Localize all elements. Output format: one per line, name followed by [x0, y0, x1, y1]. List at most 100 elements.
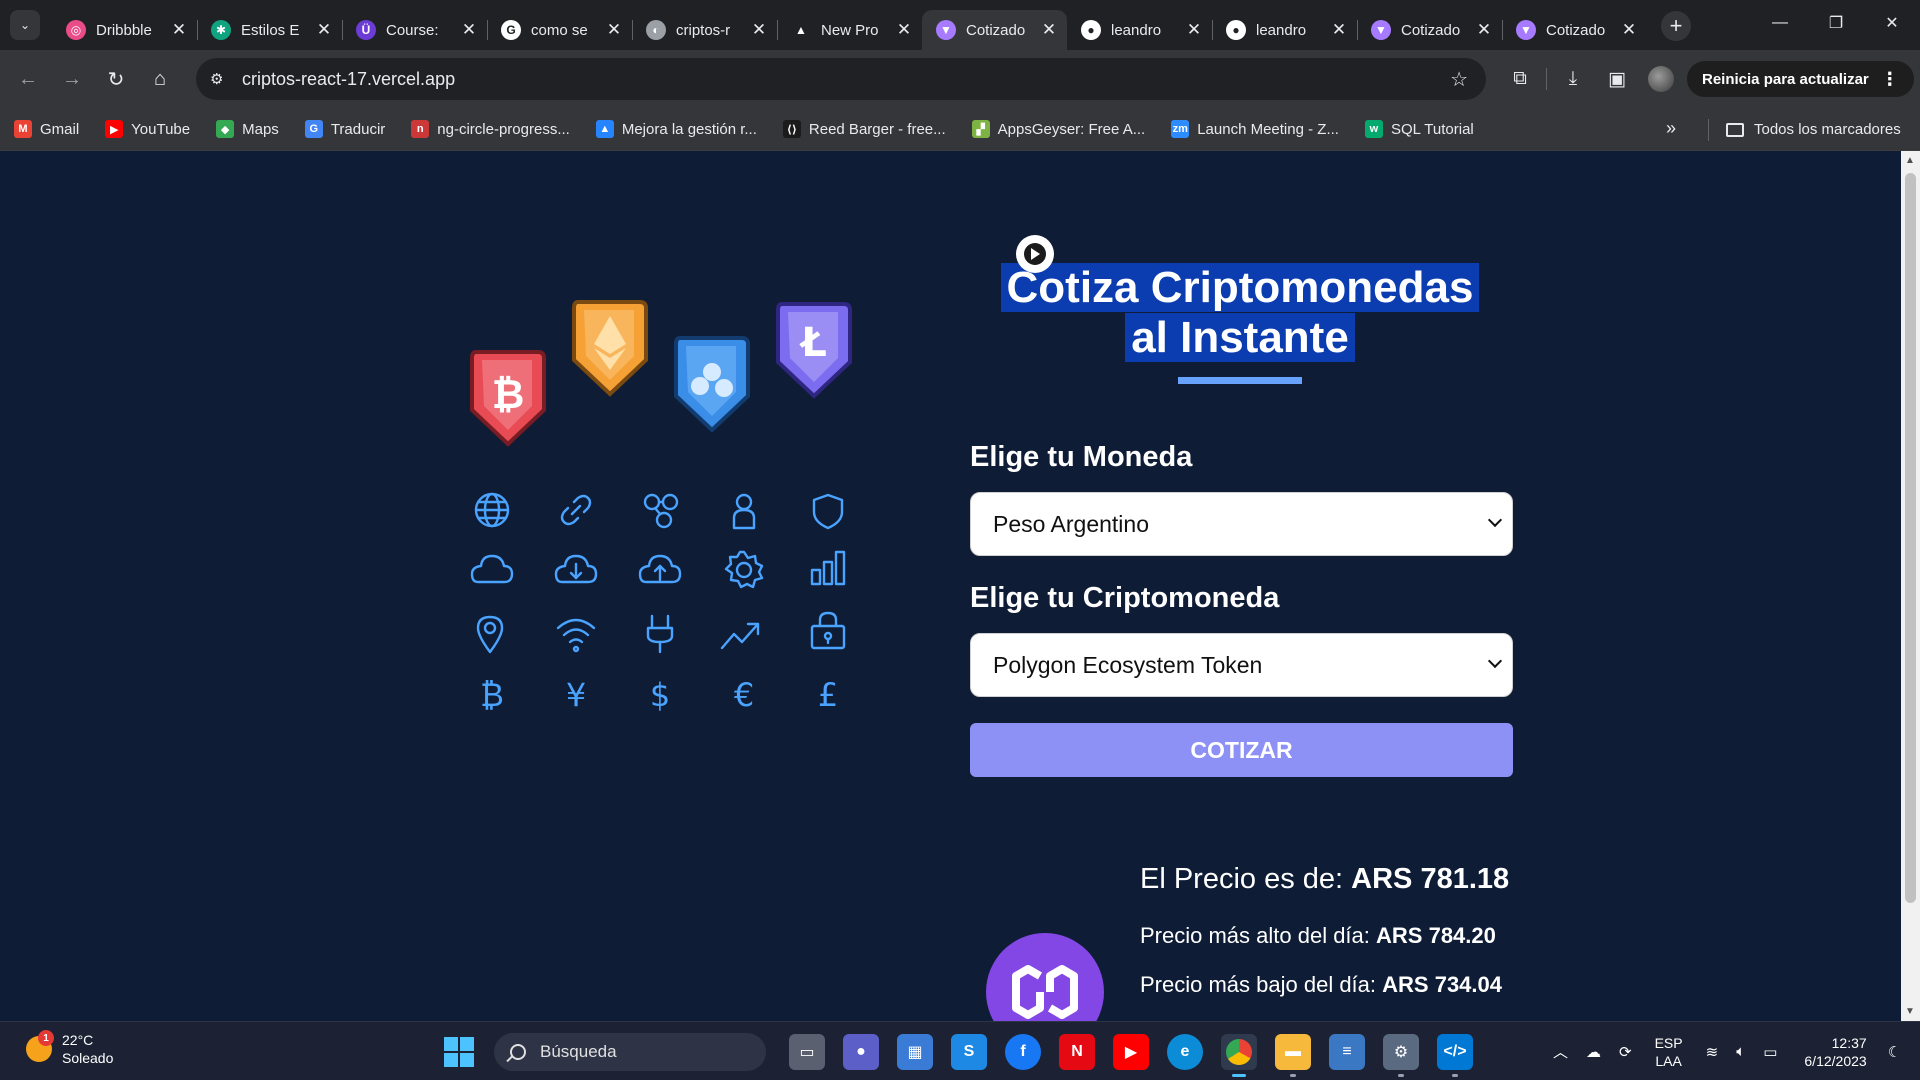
close-tab-icon[interactable]: ✕: [316, 20, 332, 40]
more-bookmarks-icon[interactable]: »: [1666, 118, 1676, 139]
tab-strip: ⌄ ◎ Dribbble ✕ ✱ Estilos E ✕ Ü Course: ✕ Gcomo se…: [0, 0, 1920, 50]
battery-icon[interactable]: ▭: [1763, 1043, 1777, 1061]
tab-favicon-icon: ◎: [66, 20, 86, 40]
browser-tab[interactable]: Gcomo se ✕: [487, 10, 632, 50]
close-tab-icon[interactable]: ✕: [606, 20, 622, 40]
youtube-app-icon[interactable]: ▶: [1113, 1033, 1149, 1070]
bookmark-item[interactable]: M Gmail: [14, 120, 79, 138]
clock[interactable]: 12:37 6/12/2023: [1804, 1034, 1866, 1070]
ripple-shield-icon: [674, 336, 750, 433]
start-button[interactable]: [444, 1036, 474, 1067]
extension-badge-icon[interactable]: [1016, 235, 1054, 273]
close-tab-icon[interactable]: ✕: [1476, 20, 1492, 40]
taskbar-search[interactable]: Búsqueda: [494, 1032, 766, 1071]
new-tab-button[interactable]: +: [1661, 11, 1691, 41]
file-explorer-icon[interactable]: ▬: [1275, 1033, 1311, 1077]
onedrive-icon[interactable]: ☁: [1586, 1043, 1601, 1061]
all-bookmarks-button[interactable]: Todos los marcadores: [1726, 108, 1901, 151]
store-icon[interactable]: ▦: [897, 1033, 933, 1070]
browser-tab[interactable]: ▼ Cotizado ✕: [1357, 10, 1502, 50]
browser-tab[interactable]: ▼ Cotizado ✕: [922, 10, 1067, 50]
high-price: Precio más alto del día: ARS 784.20: [1140, 923, 1496, 949]
browser-tab[interactable]: ▲ New Pro ✕: [777, 10, 922, 50]
tab-favicon-icon: ▲: [791, 20, 811, 40]
crypto-select[interactable]: Polygon Ecosystem Token: [970, 633, 1513, 697]
browser-tab[interactable]: ▼ Cotizado ✕: [1502, 10, 1647, 50]
bookmark-item[interactable]: zm Launch Meeting - Z...: [1171, 120, 1339, 138]
side-panel-icon[interactable]: ▣: [1595, 58, 1639, 100]
tray-overflow-icon[interactable]: ︿: [1553, 1041, 1568, 1062]
currency-select[interactable]: Peso Argentino: [970, 492, 1513, 556]
web-page: ₿ Ł ₿ ¥ $ € £ Cotiza Criptomonedas al In…: [0, 151, 1901, 1021]
bookmark-star-icon[interactable]: ☆: [1450, 67, 1468, 92]
reload-button[interactable]: ↻: [98, 61, 134, 97]
bookmark-item[interactable]: w SQL Tutorial: [1364, 120, 1474, 138]
minimize-icon[interactable]: —: [1752, 0, 1808, 46]
close-tab-icon[interactable]: ✕: [171, 20, 187, 40]
close-tab-icon[interactable]: ✕: [1186, 20, 1202, 40]
reed-icon: ⟨⟩: [782, 120, 801, 138]
settings-icon[interactable]: ⚙: [1383, 1033, 1419, 1077]
bookmark-item[interactable]: ▲ Mejora la gestión r...: [595, 120, 757, 138]
skype-icon[interactable]: S: [951, 1033, 987, 1070]
task-view-icon[interactable]: ▭: [789, 1033, 825, 1070]
browser-tab[interactable]: ◎ Dribbble ✕: [52, 10, 197, 50]
bookmark-item[interactable]: ▶ YouTube: [105, 120, 190, 138]
teams-icon[interactable]: ●: [843, 1033, 879, 1070]
browser-tab[interactable]: ● leandro ✕: [1067, 10, 1212, 50]
close-tab-icon[interactable]: ✕: [1331, 20, 1347, 40]
scroll-down-icon[interactable]: ▼: [1905, 1006, 1915, 1017]
profile-avatar[interactable]: [1648, 66, 1674, 92]
chrome-icon[interactable]: [1221, 1033, 1257, 1077]
close-tab-icon[interactable]: ✕: [461, 20, 477, 40]
extensions-icon[interactable]: ⧉: [1498, 58, 1542, 100]
update-button[interactable]: Reinicia para actualizar ⋮: [1687, 61, 1914, 97]
wifi-tray-icon[interactable]: ≋: [1706, 1043, 1719, 1061]
bookmark-item[interactable]: ▞ AppsGeyser: Free A...: [971, 120, 1145, 138]
download-icon[interactable]: ⤓: [1551, 58, 1595, 100]
notepad-icon[interactable]: ≡: [1329, 1033, 1365, 1070]
cotizar-button[interactable]: COTIZAR: [970, 723, 1513, 777]
dollar-symbol-icon: $: [650, 676, 670, 714]
vscode-icon[interactable]: </>: [1437, 1033, 1473, 1077]
weather-condition: Soleado: [62, 1050, 114, 1066]
close-tab-icon[interactable]: ✕: [896, 20, 912, 40]
more-menu-icon[interactable]: ⋮: [1881, 69, 1899, 90]
user-icon: [732, 493, 756, 530]
language-indicator[interactable]: ESP LAA: [1655, 1034, 1683, 1070]
weather-widget[interactable]: 1 22°C Soleado: [26, 1030, 114, 1067]
close-tab-icon[interactable]: ✕: [751, 20, 767, 40]
home-button[interactable]: ⌂: [142, 61, 178, 97]
close-tab-icon[interactable]: ✕: [1041, 20, 1057, 40]
restore-icon[interactable]: ❐: [1808, 0, 1864, 46]
close-tab-icon[interactable]: ✕: [1621, 20, 1637, 40]
browser-tab[interactable]: Ü Course: ✕: [342, 10, 487, 50]
close-window-icon[interactable]: ✕: [1864, 0, 1920, 46]
volume-icon[interactable]: 🔈︎: [1736, 1043, 1745, 1060]
notifications-icon[interactable]: ☾: [1888, 1043, 1901, 1061]
back-button[interactable]: ←: [10, 61, 46, 97]
netflix-icon[interactable]: N: [1059, 1033, 1095, 1070]
forward-button[interactable]: →: [54, 61, 90, 97]
bookmark-label: SQL Tutorial: [1390, 120, 1474, 138]
url-text[interactable]: criptos-react-17.vercel.app: [242, 69, 455, 90]
bookmark-item[interactable]: ◆ Maps: [216, 120, 279, 138]
update-label: Reinicia para actualizar: [1702, 70, 1869, 88]
page-scrollbar[interactable]: ▲ ▼: [1901, 151, 1920, 1021]
facebook-icon[interactable]: f: [1005, 1033, 1041, 1070]
sync-icon[interactable]: ⟳: [1619, 1043, 1632, 1061]
browser-tab[interactable]: ✱ Estilos E ✕: [197, 10, 342, 50]
edge-icon[interactable]: e: [1167, 1033, 1203, 1070]
scrollbar-thumb[interactable]: [1905, 173, 1916, 903]
bookmark-item[interactable]: n ng-circle-progress...: [411, 120, 570, 138]
scroll-up-icon[interactable]: ▲: [1905, 155, 1915, 166]
address-bar[interactable]: ⚙ criptos-react-17.vercel.app ☆: [196, 58, 1486, 100]
gear-icon: [724, 550, 764, 589]
current-price: El Precio es de: ARS 781.18: [1140, 863, 1509, 896]
bookmark-item[interactable]: G Traducir: [304, 120, 385, 138]
site-info-icon[interactable]: ⚙: [210, 70, 240, 88]
tab-search-button[interactable]: ⌄: [10, 10, 40, 40]
browser-tab[interactable]: ◐ criptos-r ✕: [632, 10, 777, 50]
browser-tab[interactable]: ● leandro ✕: [1212, 10, 1357, 50]
bookmark-item[interactable]: ⟨⟩ Reed Barger - free...: [782, 120, 946, 138]
